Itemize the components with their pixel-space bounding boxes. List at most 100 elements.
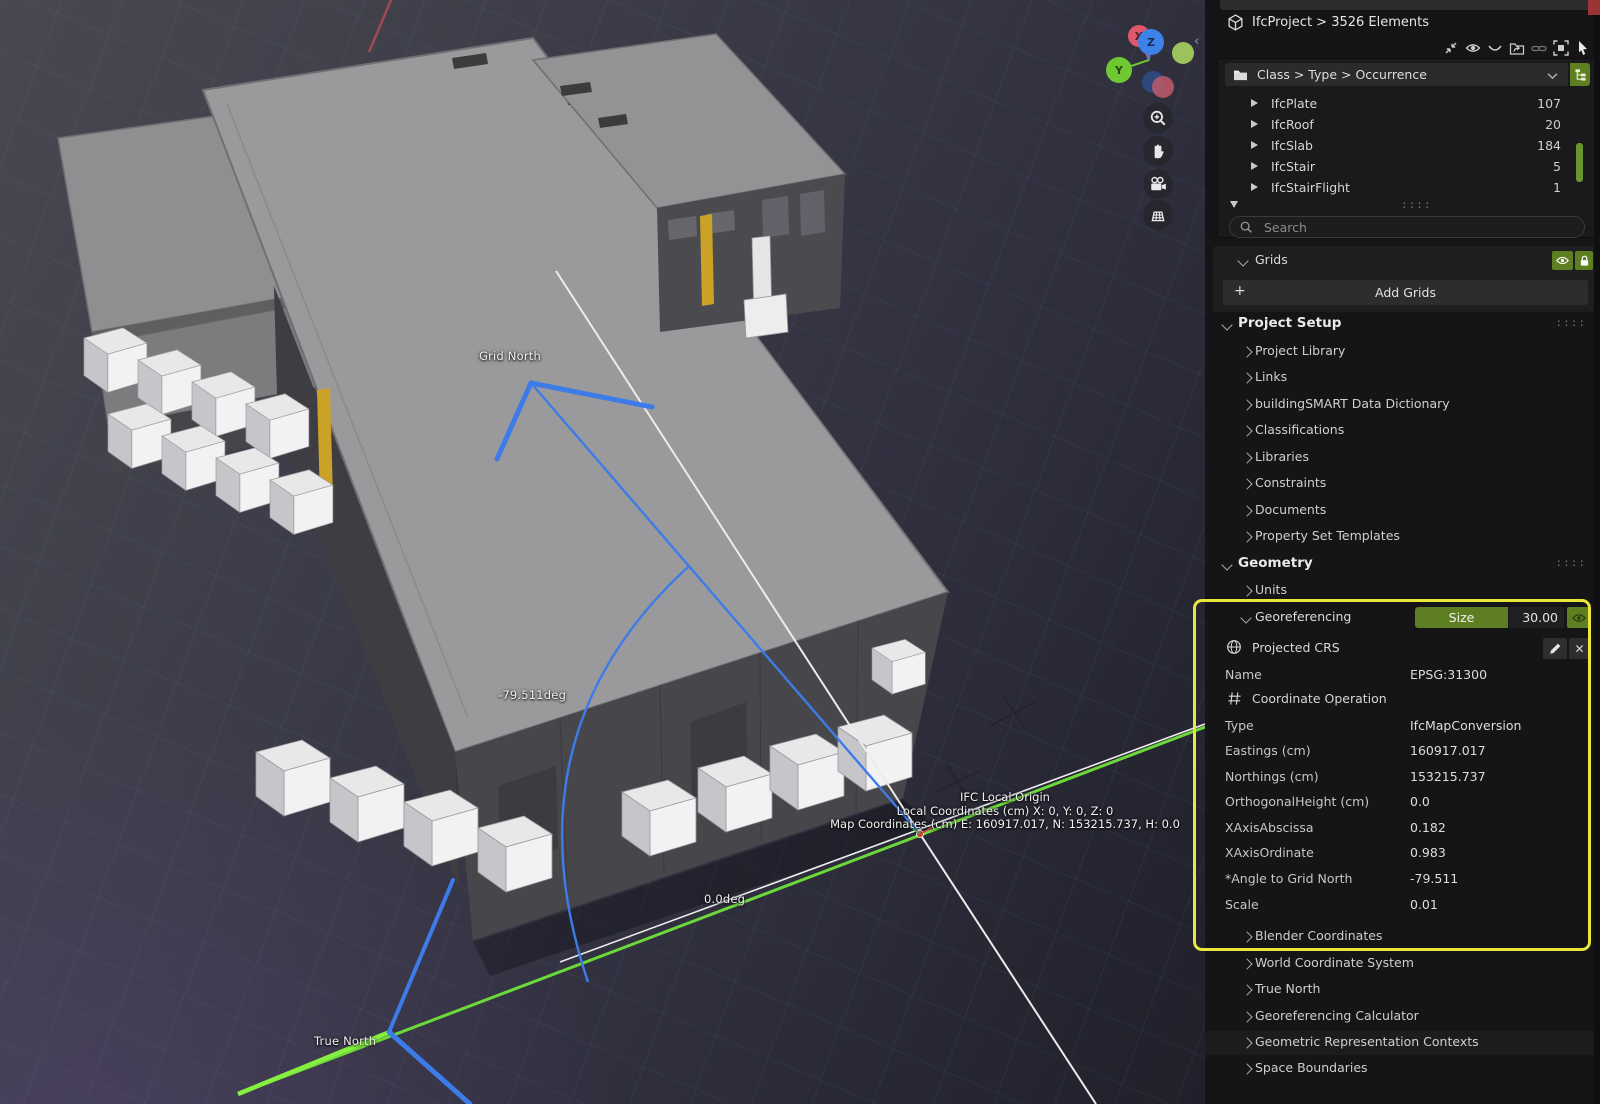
ifc-cube-icon (1227, 14, 1244, 34)
expand-triangle-icon[interactable] (1251, 120, 1258, 128)
remove-crs-button[interactable]: ✕ (1569, 638, 1590, 659)
field-scale[interactable]: Scale 0.01 (1205, 893, 1600, 918)
zoom-tool-button[interactable] (1143, 103, 1173, 133)
chevron-right-icon (1241, 425, 1252, 436)
tree-row-ifcslab[interactable]: IfcSlab 184 (1225, 135, 1585, 156)
panel-drag-dots[interactable]: :::: (1556, 316, 1587, 329)
item-world-coordinate-system[interactable]: World Coordinate System (1205, 952, 1600, 976)
item-label: Project Library (1255, 343, 1345, 358)
outliner-toolbar (1443, 40, 1591, 56)
item-units[interactable]: Units (1205, 579, 1600, 603)
item-property-set-templates[interactable]: Property Set Templates (1205, 525, 1600, 549)
item-project-library[interactable]: Project Library (1205, 340, 1600, 364)
chevron-down-icon (1221, 559, 1232, 570)
survey-cross-marks (936, 694, 1038, 796)
field-type[interactable]: Type IfcMapConversion (1205, 714, 1600, 739)
append-icon[interactable] (1509, 40, 1525, 56)
pan-tool-button[interactable] (1143, 136, 1173, 166)
box-select-icon[interactable] (1553, 40, 1569, 56)
panel-scrollbar[interactable] (1594, 0, 1600, 1104)
viewport-navigation-gizmo[interactable]: X Z Y (1082, 14, 1202, 114)
georef-visibility-button[interactable] (1567, 607, 1591, 628)
tree-row-ifcplate[interactable]: IfcPlate 107 (1225, 93, 1585, 114)
field-label: Northings (cm) (1225, 769, 1319, 784)
expand-triangle-icon[interactable] (1251, 141, 1258, 149)
region-collapse-arrow[interactable]: ‹ (1194, 34, 1199, 49)
tree-filter-button[interactable] (1570, 63, 1590, 86)
gizmo-axis-neg-y[interactable] (1172, 42, 1194, 64)
tree-scrollbar[interactable] (1576, 143, 1583, 182)
3d-building-model (0, 0, 1205, 1104)
item-libraries[interactable]: Libraries (1205, 446, 1600, 470)
item-label: buildingSMART Data Dictionary (1255, 396, 1450, 411)
field-value: 153215.737 (1410, 769, 1486, 784)
size-value-field[interactable]: 30.00 (1509, 607, 1564, 628)
visibility-eye-icon[interactable] (1465, 40, 1481, 56)
item-geometric-representation-contexts[interactable]: Geometric Representation Contexts (1205, 1031, 1600, 1055)
collapse-triangle-icon[interactable] (1230, 201, 1238, 208)
field-label: OrthogonalHeight (cm) (1225, 794, 1369, 809)
field-angle-to-grid-north[interactable]: *Angle to Grid North -79.511 (1205, 867, 1600, 892)
tree-row-ifcstair[interactable]: IfcStair 5 (1225, 156, 1585, 177)
perspective-grid-icon (1149, 206, 1167, 224)
panel-drag-dots[interactable]: :::: (1556, 556, 1587, 569)
class-count: 184 (1537, 138, 1561, 153)
collapse-icon[interactable] (1443, 40, 1459, 56)
item-space-boundaries[interactable]: Space Boundaries (1205, 1057, 1600, 1081)
expand-triangle-icon[interactable] (1251, 99, 1258, 107)
angle-label: -79.511deg (498, 688, 566, 702)
camera-view-button[interactable] (1143, 169, 1173, 199)
camera-icon (1149, 175, 1167, 193)
add-grids-button[interactable]: + Add Grids (1223, 280, 1588, 305)
field-orthogonal-height[interactable]: OrthogonalHeight (cm) 0.0 (1205, 790, 1600, 815)
item-true-north[interactable]: True North (1205, 978, 1600, 1002)
item-links[interactable]: Links (1205, 366, 1600, 390)
tree-row-ifcroof[interactable]: IfcRoof 20 (1225, 114, 1585, 135)
section-project-setup[interactable]: Project Setup :::: (1205, 313, 1600, 337)
item-bsdd[interactable]: buildingSMART Data Dictionary (1205, 393, 1600, 417)
curve-icon[interactable] (1487, 40, 1503, 56)
item-label: Constraints (1255, 475, 1326, 490)
tree-mode-dropdown[interactable]: Class > Type > Occurrence (1225, 63, 1568, 86)
field-northings[interactable]: Northings (cm) 153215.737 (1205, 765, 1600, 790)
viewport-grid-button[interactable] (1143, 200, 1173, 230)
chevron-right-icon (1241, 346, 1252, 357)
item-documents[interactable]: Documents (1205, 499, 1600, 523)
field-xaxis-abscissa[interactable]: XAxisAbscissa 0.182 (1205, 816, 1600, 841)
chevron-right-icon (1241, 1037, 1252, 1048)
chevron-right-icon (1241, 931, 1252, 942)
chevron-right-icon (1241, 372, 1252, 383)
chevron-right-icon (1241, 1063, 1252, 1074)
3d-viewport[interactable]: Grid North -79.511deg 0.0deg True North … (0, 0, 1205, 1104)
gizmo-axis-neg-x[interactable] (1152, 76, 1174, 98)
blender-bonsai-window: Grid North -79.511deg 0.0deg True North … (0, 0, 1600, 1104)
item-label: Libraries (1255, 449, 1309, 464)
crs-name-row[interactable]: Name EPSG:31300 (1205, 663, 1600, 688)
section-geometry[interactable]: Geometry :::: (1205, 553, 1600, 577)
class-label: IfcStairFlight (1271, 180, 1350, 195)
search-input[interactable] (1229, 216, 1585, 238)
item-classifications[interactable]: Classifications (1205, 419, 1600, 443)
link-icon[interactable] (1531, 40, 1547, 56)
field-eastings[interactable]: Eastings (cm) 160917.017 (1205, 739, 1600, 764)
pencil-icon (1549, 642, 1562, 655)
expand-triangle-icon[interactable] (1251, 162, 1258, 170)
grids-lock-button[interactable] (1575, 251, 1593, 270)
item-label: Georeferencing Calculator (1255, 1008, 1419, 1023)
edit-crs-button[interactable] (1543, 638, 1567, 659)
field-xaxis-ordinate[interactable]: XAxisOrdinate 0.983 (1205, 841, 1600, 866)
item-label: Georeferencing (1255, 609, 1351, 624)
top-partial-field[interactable] (1220, 0, 1595, 10)
size-slider[interactable]: Size (1415, 607, 1508, 628)
expand-triangle-icon[interactable] (1251, 183, 1258, 191)
field-label: XAxisOrdinate (1225, 845, 1314, 860)
item-label: Blender Coordinates (1255, 928, 1382, 943)
item-constraints[interactable]: Constraints (1205, 472, 1600, 496)
item-blender-coordinates[interactable]: Blender Coordinates (1205, 925, 1600, 949)
cursor-icon[interactable] (1575, 40, 1591, 56)
svg-text:Z: Z (1147, 36, 1155, 49)
grids-visibility-button[interactable] (1552, 251, 1573, 270)
resize-handle-dots[interactable]: :::: (1401, 198, 1432, 211)
item-georeferencing-calculator[interactable]: Georeferencing Calculator (1205, 1005, 1600, 1029)
tree-row-ifcstairflight[interactable]: IfcStairFlight 1 (1225, 177, 1585, 198)
